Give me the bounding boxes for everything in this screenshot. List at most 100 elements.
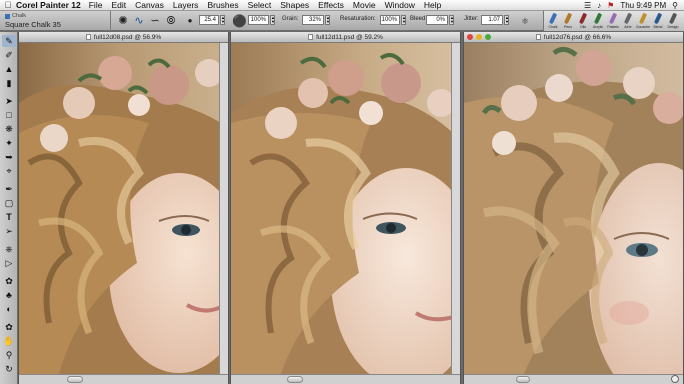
apple-menu-icon[interactable]:  xyxy=(0,0,16,10)
resaturation-field[interactable]: 100% xyxy=(380,15,400,25)
document-proxy-icon xyxy=(535,34,541,40)
straight-line-icon[interactable]: ∽ xyxy=(148,14,162,28)
jitter-expression-icon[interactable]: ⚛ xyxy=(518,14,532,28)
menu-file[interactable]: File xyxy=(89,0,103,10)
flag-icon[interactable]: ⚑ xyxy=(607,1,614,10)
layer-adjuster-icon[interactable]: ➤ xyxy=(2,95,16,107)
brush-library-item[interactable]: Pens xyxy=(561,12,575,30)
scroll-thumb-1[interactable] xyxy=(67,376,83,383)
scroll-thumb-2[interactable] xyxy=(287,376,303,383)
reset-tool-icon[interactable]: ✺ xyxy=(116,14,130,28)
menu-window[interactable]: Window xyxy=(385,0,415,10)
jitter-stepper[interactable]: ▲ ▼ xyxy=(504,15,509,25)
zoom-window-button[interactable] xyxy=(485,34,491,40)
document-titlebar-3[interactable]: full12d76.psd @ 66.6% xyxy=(464,32,683,43)
brush-library-label: Acrylic xyxy=(592,25,604,29)
brush-library-item[interactable]: Oils xyxy=(576,12,590,30)
mirror-painting-icon[interactable]: ✿ xyxy=(2,321,16,333)
bleed-stepper[interactable]: ▲ ▼ xyxy=(449,15,454,25)
opacity-field[interactable]: 100% xyxy=(248,15,269,25)
pen-tool-icon[interactable]: ✒ xyxy=(2,183,16,195)
scroll-thumb-3[interactable] xyxy=(516,376,530,383)
bleed-field[interactable]: 0% xyxy=(426,15,448,25)
menu-shapes[interactable]: Shapes xyxy=(280,0,309,10)
horizontal-scrollbar-2[interactable] xyxy=(231,374,460,384)
paint-bucket-icon[interactable]: ▲ xyxy=(2,63,16,75)
menu-help[interactable]: Help xyxy=(424,0,441,10)
vertical-scrollbar-1[interactable] xyxy=(219,43,228,374)
grain-label: Grain: xyxy=(282,16,299,22)
freehand-stroke-icon[interactable]: ∿ xyxy=(132,14,146,28)
grain-stepper[interactable]: ▲ ▼ xyxy=(325,15,330,25)
crop-tool-icon[interactable]: ⌖ xyxy=(2,165,16,177)
document-titlebar-1[interactable]: full12d08.psd @ 56.9% xyxy=(19,32,228,43)
brush-variant: Square Chalk 35 xyxy=(5,20,61,29)
brush-library-label: Chalk xyxy=(548,25,558,29)
brush-library-item[interactable]: Design xyxy=(666,12,680,30)
transform-tool-icon[interactable]: ➥ xyxy=(2,151,16,163)
brush-library-item[interactable]: Airbr xyxy=(621,12,635,30)
brush-ghost-icon[interactable]: ⦾ xyxy=(164,14,178,28)
wifi-icon[interactable]: ☰ xyxy=(584,1,591,10)
horizontal-scrollbar-1[interactable] xyxy=(19,374,228,384)
menu-canvas[interactable]: Canvas xyxy=(135,0,164,10)
menu-select[interactable]: Select xyxy=(248,0,272,10)
document-canvas-1[interactable] xyxy=(19,43,219,374)
brush-library-item[interactable]: Blend xyxy=(651,12,665,30)
shape-tool-icon[interactable]: ▢ xyxy=(2,197,16,209)
clock[interactable]: Thu 9:49 PM xyxy=(620,1,666,10)
menu-movie[interactable]: Movie xyxy=(353,0,376,10)
vertical-scrollbar-2[interactable] xyxy=(451,43,460,374)
document-title-3: full12d76.psd @ 66.6% xyxy=(543,34,612,41)
document-canvas-3[interactable] xyxy=(464,43,683,374)
document-title-2: full12d11.psd @ 59.2% xyxy=(316,34,383,41)
menu-edit[interactable]: Edit xyxy=(111,0,126,10)
resaturation-stepper[interactable]: ▲ ▼ xyxy=(401,15,406,25)
perspective-guides-icon[interactable]: ▷ xyxy=(2,257,16,269)
jitter-field[interactable]: 1.07 xyxy=(481,15,503,25)
minimize-window-button[interactable] xyxy=(476,34,482,40)
close-window-button[interactable] xyxy=(467,34,473,40)
grain-field[interactable]: 32% xyxy=(302,15,324,25)
menu-effects[interactable]: Effects xyxy=(318,0,344,10)
dropper-tool-icon[interactable]: ✐ xyxy=(2,49,16,61)
brush-library-item[interactable]: Chalk xyxy=(546,12,560,30)
magic-wand-icon[interactable]: ✦ xyxy=(2,137,16,149)
size-stepper[interactable]: ▲ ▼ xyxy=(220,15,225,25)
menu-brushes[interactable]: Brushes xyxy=(207,0,238,10)
rectangular-selection-icon[interactable]: □ xyxy=(2,109,16,121)
text-tool-icon[interactable]: T xyxy=(2,211,16,223)
dodge-tool-icon[interactable]: ◐ xyxy=(2,303,16,315)
volume-icon[interactable]: ♪ xyxy=(597,1,601,10)
rotate-page-icon[interactable]: ↻ xyxy=(2,363,16,375)
document-window-1[interactable]: full12d08.psd @ 56.9% xyxy=(18,32,229,384)
document-window-3[interactable]: full12d76.psd @ 66.6% xyxy=(463,32,684,384)
brush-library-item[interactable]: Pastels xyxy=(606,12,620,30)
lasso-tool-icon[interactable]: ❋ xyxy=(2,123,16,135)
divine-proportion-icon[interactable]: ⎈ xyxy=(2,243,16,255)
document-canvas-2[interactable] xyxy=(231,43,451,374)
cloner-tool-icon[interactable]: ✿ xyxy=(2,275,16,287)
brush-library-item[interactable]: Gouache xyxy=(636,12,650,30)
portrait-painting-1 xyxy=(19,43,219,374)
grabber-tool-icon[interactable]: ✋ xyxy=(2,335,16,347)
brush-category: Chalk xyxy=(12,13,27,19)
app-menu[interactable]: Corel Painter 12 xyxy=(16,0,81,10)
document-window-2[interactable]: full12d11.psd @ 59.2% xyxy=(230,32,461,384)
brush-selector[interactable]: Chalk Square Chalk 35 xyxy=(0,11,111,31)
opacity-stepper[interactable]: ▲ ▼ xyxy=(270,15,275,25)
rubber-stamp-icon[interactable]: ♣ xyxy=(2,289,16,301)
spotlight-icon[interactable]: ⚲ xyxy=(672,1,678,10)
brush-library-label: Gouache xyxy=(635,25,651,29)
horizontal-scrollbar-3[interactable] xyxy=(464,374,683,384)
magnifier-tool-icon[interactable]: ⚲ xyxy=(2,349,16,361)
eraser-tool-icon[interactable]: ▮ xyxy=(2,77,16,89)
menu-bar:  Corel Painter 12 File Edit Canvas Laye… xyxy=(0,0,684,11)
navigator-button[interactable] xyxy=(671,375,679,383)
size-field[interactable]: 25.4 xyxy=(199,15,219,25)
menu-layers[interactable]: Layers xyxy=(173,0,199,10)
shape-selection-icon[interactable]: ➢ xyxy=(2,225,16,237)
document-titlebar-2[interactable]: full12d11.psd @ 59.2% xyxy=(231,32,460,43)
brush-library-item[interactable]: Acrylic xyxy=(591,12,605,30)
brush-tool-icon[interactable]: ✎ xyxy=(2,35,16,47)
